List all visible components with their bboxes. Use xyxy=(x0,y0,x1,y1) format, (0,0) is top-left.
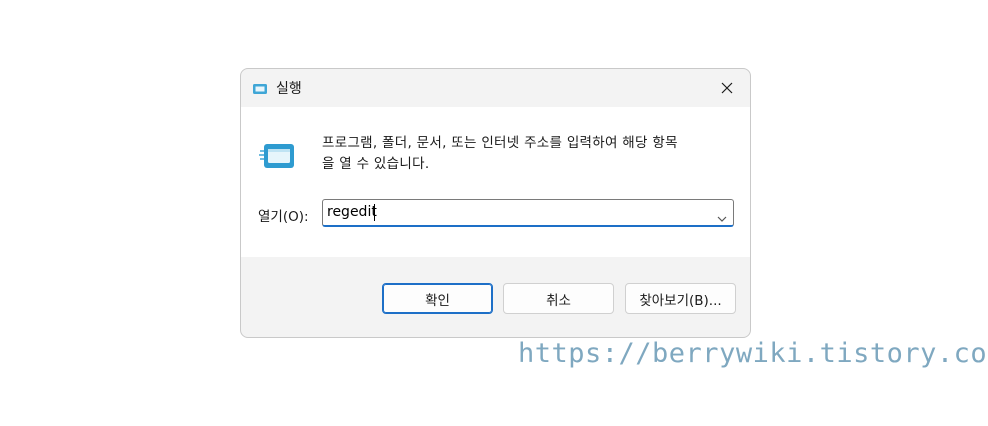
run-large-icon xyxy=(258,141,298,171)
close-button[interactable] xyxy=(710,73,744,103)
close-icon xyxy=(721,79,733,98)
run-dialog: 실행 프로그램, 폴더, 문서, 또는 인터넷 주소를 입력하여 해당 항목 을… xyxy=(240,68,751,338)
cancel-button[interactable]: 취소 xyxy=(503,283,614,314)
open-combobox[interactable] xyxy=(322,199,734,227)
description-line-2: 을 열 수 있습니다. xyxy=(322,156,430,172)
title-bar[interactable]: 실행 xyxy=(241,69,750,107)
window-title: 실행 xyxy=(276,81,302,97)
browse-button[interactable]: 찾아보기(B)... xyxy=(625,283,736,314)
description-line-1: 프로그램, 폴더, 문서, 또는 인터넷 주소를 입력하여 해당 항목 xyxy=(322,135,678,151)
dialog-content: 프로그램, 폴더, 문서, 또는 인터넷 주소를 입력하여 해당 항목 을 열 … xyxy=(241,107,750,257)
open-label: 열기(O): xyxy=(258,209,309,225)
chevron-down-icon[interactable] xyxy=(717,208,727,222)
run-icon xyxy=(252,81,268,95)
description: 프로그램, 폴더, 문서, 또는 인터넷 주소를 입력하여 해당 항목 을 열 … xyxy=(322,133,742,175)
watermark-text: https://berrywiki.tistory.com xyxy=(518,338,988,369)
text-caret xyxy=(374,204,375,221)
ok-button[interactable]: 확인 xyxy=(382,283,493,314)
open-input[interactable] xyxy=(327,204,697,220)
